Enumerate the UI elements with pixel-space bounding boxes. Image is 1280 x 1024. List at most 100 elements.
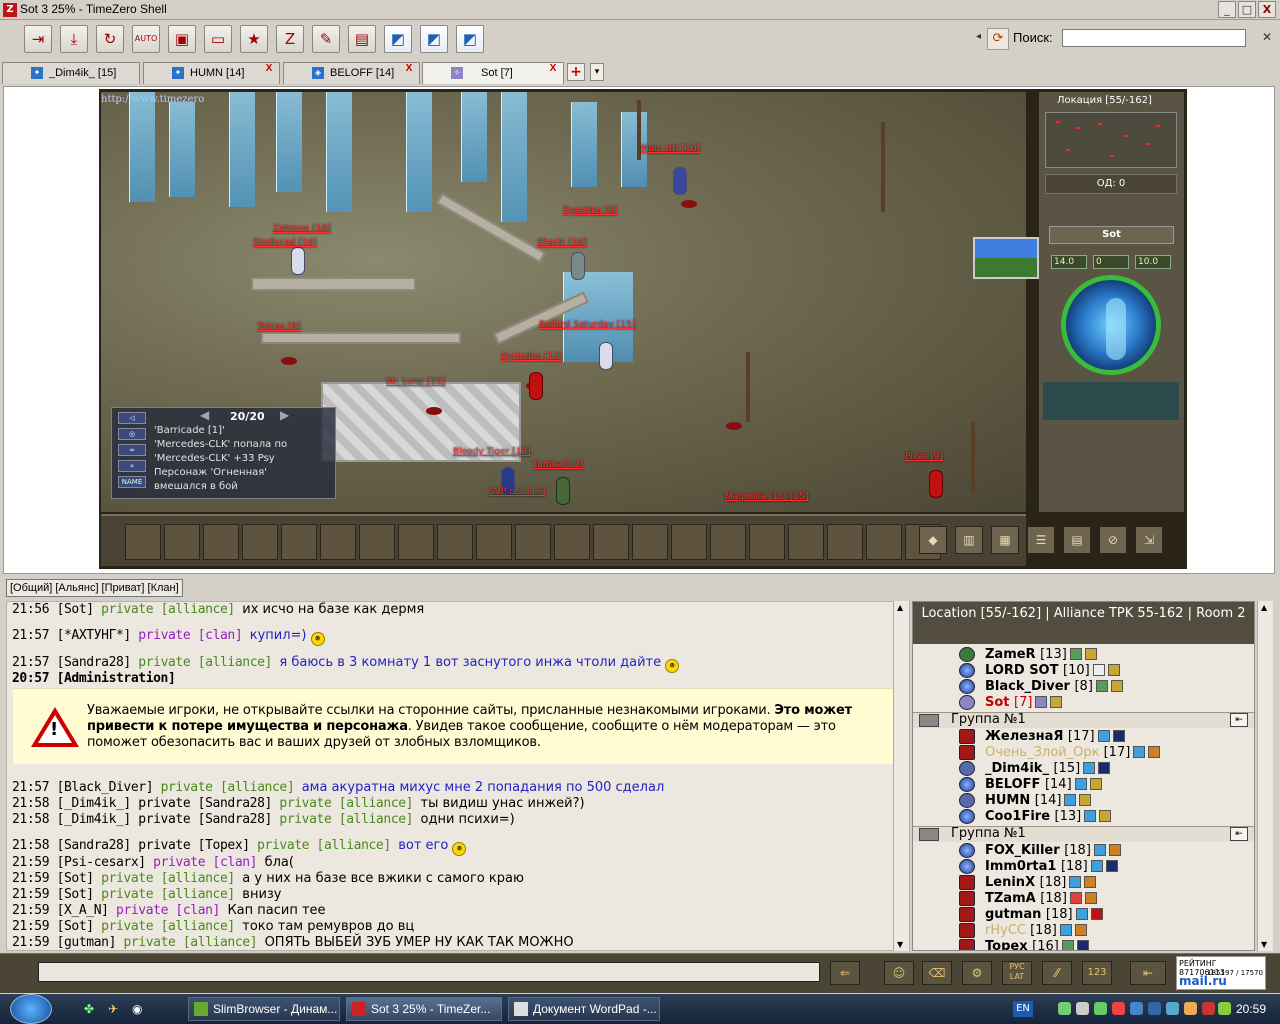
msg-channel[interactable]: private [alliance] (279, 796, 413, 811)
item-slot[interactable] (866, 524, 902, 560)
player-name[interactable]: BELOFF (985, 777, 1040, 792)
player-row[interactable]: Очень_Злой_Орк [17] (985, 745, 1161, 760)
msg-author[interactable]: [gutman] (57, 935, 117, 950)
msg-author[interactable]: [Sandra28] private [Topex] (57, 838, 250, 853)
unit-name-label[interactable]: Ballard Saturday [15] (539, 320, 635, 330)
player-name[interactable]: ЖелезнаЯ (985, 729, 1063, 744)
player-row[interactable]: Black_Diver [8] (985, 679, 1123, 694)
close-button[interactable]: X (1258, 1, 1276, 18)
screen-3-icon[interactable]: ◩ (456, 25, 484, 53)
auto-icon[interactable]: AUTO (132, 25, 160, 53)
scroll-down-icon[interactable]: ▼ (897, 940, 903, 949)
msg-channel[interactable]: private [alliance] (101, 602, 235, 617)
unit-name-label[interactable]: SVP ccc [17] (489, 487, 545, 497)
unit-name-label[interactable]: Bloody Tiger [13] (453, 447, 531, 457)
location-thumbnail[interactable] (973, 237, 1039, 279)
group-header[interactable]: Группа №1 ⇤ (913, 826, 1254, 842)
player-row[interactable]: LORD SOT [10] (985, 663, 1120, 678)
quicklaunch-icon[interactable]: ✈ (108, 1002, 118, 1016)
chat-input[interactable] (38, 962, 820, 982)
msg-author[interactable]: [Sot] (57, 887, 95, 902)
mail-ru-rating[interactable]: РЕЙТИНГ 871706113 mail.ru 185197 / 17570 (1176, 956, 1266, 990)
reconnect-icon[interactable]: ↻ (96, 25, 124, 53)
tray-icon[interactable] (1218, 1002, 1231, 1015)
tab-menu-button[interactable]: ▾ (590, 63, 604, 81)
msg-channel[interactable]: private [clan] (116, 903, 220, 918)
maximize-button[interactable]: □ (1238, 1, 1256, 18)
tab-close-icon[interactable]: X (547, 63, 559, 75)
item-slot[interactable] (125, 524, 161, 560)
tray-icon[interactable] (1184, 1002, 1197, 1015)
unit-name-label[interactable]: Tobias [8] (257, 322, 301, 332)
taskbar-button[interactable]: SlimBrowser - Динам... (188, 997, 340, 1021)
player-name[interactable]: HUMN (985, 793, 1030, 808)
player-name[interactable]: rHyCC (985, 923, 1026, 938)
msg-author[interactable]: [*АХТУНГ*] (57, 628, 132, 643)
msg-channel[interactable]: private [clan] (138, 628, 242, 643)
unit-character[interactable] (556, 477, 570, 505)
msg-author[interactable]: [Sandra28] (57, 655, 132, 670)
msg-author[interactable]: [Sot] (57, 602, 95, 617)
chat-scrollbar[interactable]: ▲ ▼ (893, 601, 909, 951)
item-slot[interactable] (593, 524, 629, 560)
msg-author[interactable]: [_Dim4ik_] private [Sandra28] (57, 796, 273, 811)
item-slot[interactable] (476, 524, 512, 560)
search-close-icon[interactable]: ✕ (1262, 30, 1272, 44)
unit-character[interactable] (599, 342, 613, 370)
panel-icon[interactable]: ▭ (204, 25, 232, 53)
quicklaunch-icon[interactable]: ◉ (132, 1002, 142, 1016)
roster-scrollbar[interactable]: ▲ ▼ (1257, 601, 1273, 951)
send-icon[interactable]: ⇐ (830, 961, 860, 985)
quick-icons[interactable] (1043, 382, 1179, 420)
player-row[interactable]: ZameR [13] (985, 647, 1097, 662)
item-slot[interactable] (203, 524, 239, 560)
player-name[interactable]: LORD SOT (985, 663, 1058, 678)
item-slot[interactable] (554, 524, 590, 560)
player-name[interactable]: ZameR (985, 647, 1036, 662)
tab-humn[interactable]: ✦ HUMN [14] X (143, 62, 280, 84)
log-next-icon[interactable]: ▶ (280, 408, 289, 422)
scroll-up-icon[interactable]: ▲ (897, 603, 903, 612)
player-name[interactable]: Topex (985, 939, 1028, 950)
tray-icon[interactable] (1094, 1002, 1107, 1015)
unit-name-label[interactable]: Magnolia [15] [15] (725, 492, 808, 502)
unit-name-label[interactable]: Dyashka [8] (563, 206, 617, 216)
search-input[interactable] (1062, 29, 1246, 47)
item-slot[interactable] (749, 524, 785, 560)
inventory-icon[interactable]: ▥ (955, 526, 983, 554)
exit-icon[interactable]: ⇲ (1135, 526, 1163, 554)
item-slot[interactable] (515, 524, 551, 560)
player-name[interactable]: LeninX (985, 875, 1035, 890)
bag-icon[interactable]: ▤ (348, 25, 376, 53)
scroll-up-icon[interactable]: ▲ (1261, 603, 1267, 612)
player-name[interactable]: gutman (985, 907, 1041, 922)
msg-author[interactable]: [Psi-cesarx] (57, 855, 147, 870)
msg-author[interactable]: [Sot] (57, 871, 95, 886)
msg-channel[interactable]: private [alliance] (279, 812, 413, 827)
quicklaunch-icon[interactable]: ✤ (84, 1002, 94, 1016)
screen-1-icon[interactable]: ◩ (384, 25, 412, 53)
unit-character[interactable] (673, 167, 687, 195)
screen-2-icon[interactable]: ◩ (420, 25, 448, 53)
tab-close-icon[interactable]: X (263, 63, 275, 75)
eraser-icon[interactable]: ⌫ (922, 961, 952, 985)
smiley-picker-icon[interactable]: ☺ (884, 961, 914, 985)
player-name[interactable]: Imm0rta1 (985, 859, 1056, 874)
msg-author[interactable]: [Black_Diver] (57, 780, 154, 795)
layout-toggle-button[interactable]: РУС LAT (1002, 961, 1032, 985)
item-slot[interactable] (242, 524, 278, 560)
tab-beloff[interactable]: ◈ BELOFF [14] X (283, 62, 420, 84)
player-name[interactable]: Coo1Fire (985, 809, 1050, 824)
item-slot[interactable] (437, 524, 473, 560)
document-icon[interactable]: ▤ (1063, 526, 1091, 554)
download-icon[interactable]: ⤓ (60, 25, 88, 53)
msg-channel[interactable]: private [alliance] (101, 871, 235, 886)
taskbar-clock[interactable]: 20:59 (1236, 1002, 1266, 1016)
unit-name-label[interactable]: Pixar [9] (905, 452, 943, 462)
group-leave-icon[interactable]: ⇤ (1230, 713, 1248, 727)
player-name[interactable]: _Dim4ik_ (985, 761, 1049, 776)
player-row[interactable]: BELOFF [14] (985, 777, 1102, 792)
player-name[interactable]: Очень_Злой_Орк (985, 745, 1099, 760)
unit-character[interactable] (291, 247, 305, 275)
tray-icon[interactable] (1166, 1002, 1179, 1015)
